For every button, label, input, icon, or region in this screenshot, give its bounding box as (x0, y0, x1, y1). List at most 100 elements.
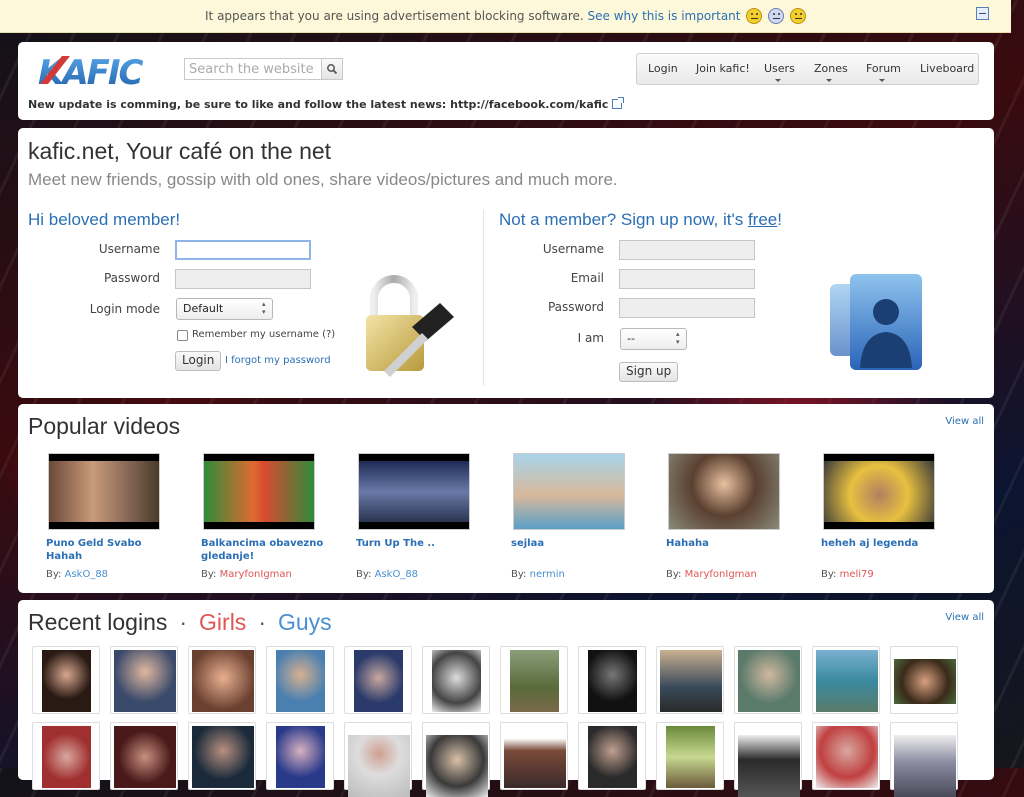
remember-checkbox[interactable] (177, 330, 188, 341)
signup-email-input[interactable] (619, 269, 755, 289)
news-text[interactable]: New update is comming, be sure to like a… (28, 98, 608, 111)
video-item[interactable]: heheh aj legenda By: meli79 (821, 453, 961, 580)
user-avatar[interactable] (578, 722, 646, 790)
search-button[interactable] (321, 58, 343, 80)
video-item[interactable]: Puno Geld Svabo Hahah By: AskO_88 (46, 453, 186, 580)
user-avatar[interactable] (110, 646, 178, 714)
user-avatar[interactable] (656, 722, 724, 790)
login-mode-label: Login mode (89, 302, 160, 316)
signup-password-label: Password (547, 300, 604, 314)
search-input[interactable] (184, 58, 322, 80)
popular-videos-title: Popular videos (28, 413, 181, 439)
user-avatar[interactable] (188, 646, 256, 714)
nav-liveboard[interactable]: Liveboard (920, 62, 974, 75)
videos-view-all-link[interactable]: View all (945, 416, 984, 427)
user-avatar[interactable] (812, 646, 880, 714)
video-thumbnail[interactable] (513, 453, 625, 530)
video-title[interactable]: Balkancima obavezno gledanje! (201, 537, 333, 567)
remember-label: Remember my username (?) (192, 329, 336, 340)
video-user-link[interactable]: MaryfonIgman (685, 569, 757, 580)
signup-title: Not a member? Sign up now, it's free! (499, 210, 782, 229)
video-title[interactable]: Puno Geld Svabo Hahah (46, 537, 178, 567)
video-title[interactable]: Hahaha (666, 537, 798, 567)
recent-logins-panel: Recent logins · Girls · Guys View all (18, 600, 994, 797)
user-avatar[interactable] (500, 646, 568, 714)
video-user-link[interactable]: MaryfonIgman (220, 569, 292, 580)
nav-users[interactable]: Users (764, 62, 795, 75)
video-thumbnail[interactable] (48, 453, 160, 530)
main-nav: Login Join kafic! Users Zones Forum Live… (636, 53, 979, 85)
user-avatar[interactable] (890, 646, 958, 714)
sad-face-icon[interactable] (746, 8, 763, 24)
login-title: Hi beloved member! (28, 210, 181, 229)
video-item[interactable]: Turn Up The .. By: AskO_88 (356, 453, 496, 580)
kafic-logo[interactable]: KAFIC (36, 52, 162, 88)
user-avatar[interactable] (890, 722, 958, 797)
video-title[interactable]: Turn Up The .. (356, 537, 488, 567)
video-user-link[interactable]: AskO_88 (65, 569, 108, 580)
video-item[interactable]: sejlaa By: nermin (511, 453, 651, 580)
user-avatar[interactable] (422, 722, 490, 797)
popular-videos-panel: Popular videos View all Puno Geld Svabo … (18, 404, 994, 593)
guys-filter-link[interactable]: Guys (278, 609, 332, 635)
video-user-link[interactable]: AskO_88 (375, 569, 418, 580)
video-user-link[interactable]: meli79 (840, 569, 874, 580)
users-group-icon (830, 274, 922, 370)
user-avatar[interactable] (344, 722, 412, 797)
user-avatar[interactable] (500, 722, 568, 790)
login-username-label: Username (98, 242, 160, 256)
notice-link[interactable]: See why this is important (588, 9, 741, 23)
page-title: kafic.net, Your café on the net (28, 138, 332, 164)
iam-select[interactable]: -- (620, 328, 687, 350)
nav-zones[interactable]: Zones (814, 62, 848, 75)
video-title[interactable]: heheh aj legenda (821, 537, 953, 567)
login-mode-select[interactable]: Default (176, 298, 273, 320)
login-button[interactable]: Login (175, 351, 222, 371)
video-thumbnail[interactable] (203, 453, 315, 530)
user-avatar[interactable] (188, 722, 256, 790)
signup-password-input[interactable] (619, 298, 755, 318)
lock-key-icon (366, 275, 454, 377)
user-avatar[interactable] (110, 722, 178, 790)
page-subtitle: Meet new friends, gossip with old ones, … (28, 170, 618, 189)
user-avatar[interactable] (734, 722, 802, 797)
login-username-input[interactable] (175, 240, 311, 260)
login-password-label: Password (103, 271, 160, 285)
free-link[interactable]: free (748, 210, 777, 229)
signup-username-input[interactable] (619, 240, 755, 260)
intro-panel: kafic.net, Your café on the net Meet new… (18, 128, 994, 398)
user-avatar[interactable] (32, 722, 100, 790)
signup-username-label: Username (542, 242, 604, 256)
user-avatar[interactable] (812, 722, 880, 790)
nav-forum[interactable]: Forum (866, 62, 901, 75)
user-avatar[interactable] (32, 646, 100, 714)
user-avatar[interactable] (422, 646, 490, 714)
video-thumbnail[interactable] (358, 453, 470, 530)
user-avatar[interactable] (266, 646, 334, 714)
video-title[interactable]: sejlaa (511, 537, 643, 567)
nav-login[interactable]: Login (648, 62, 678, 75)
user-avatar[interactable] (578, 646, 646, 714)
video-thumbnail[interactable] (823, 453, 935, 530)
user-avatar[interactable] (656, 646, 724, 714)
user-avatar[interactable] (266, 722, 334, 790)
external-link-icon[interactable] (612, 97, 625, 109)
signup-email-label: Email (570, 271, 604, 285)
logins-view-all-link[interactable]: View all (945, 612, 984, 623)
video-item[interactable]: Balkancima obavezno gledanje! By: Maryfo… (201, 453, 341, 580)
girls-filter-link[interactable]: Girls (199, 609, 246, 635)
signup-button[interactable]: Sign up (619, 362, 679, 382)
user-avatar[interactable] (344, 646, 412, 714)
neutral-face-icon[interactable] (768, 8, 785, 24)
video-thumbnail[interactable] (668, 453, 780, 530)
chevron-down-icon (826, 79, 832, 82)
video-item[interactable]: Hahaha By: MaryfonIgman (666, 453, 806, 580)
video-user-link[interactable]: nermin (530, 569, 565, 580)
chevron-down-icon (775, 79, 781, 82)
nav-join[interactable]: Join kafic! (696, 62, 750, 75)
login-password-input[interactable] (175, 269, 311, 289)
user-avatar[interactable] (734, 646, 802, 714)
minimize-icon[interactable] (976, 7, 989, 20)
forgot-password-link[interactable]: I forgot my password (225, 355, 331, 366)
angry-face-icon[interactable] (789, 8, 806, 24)
